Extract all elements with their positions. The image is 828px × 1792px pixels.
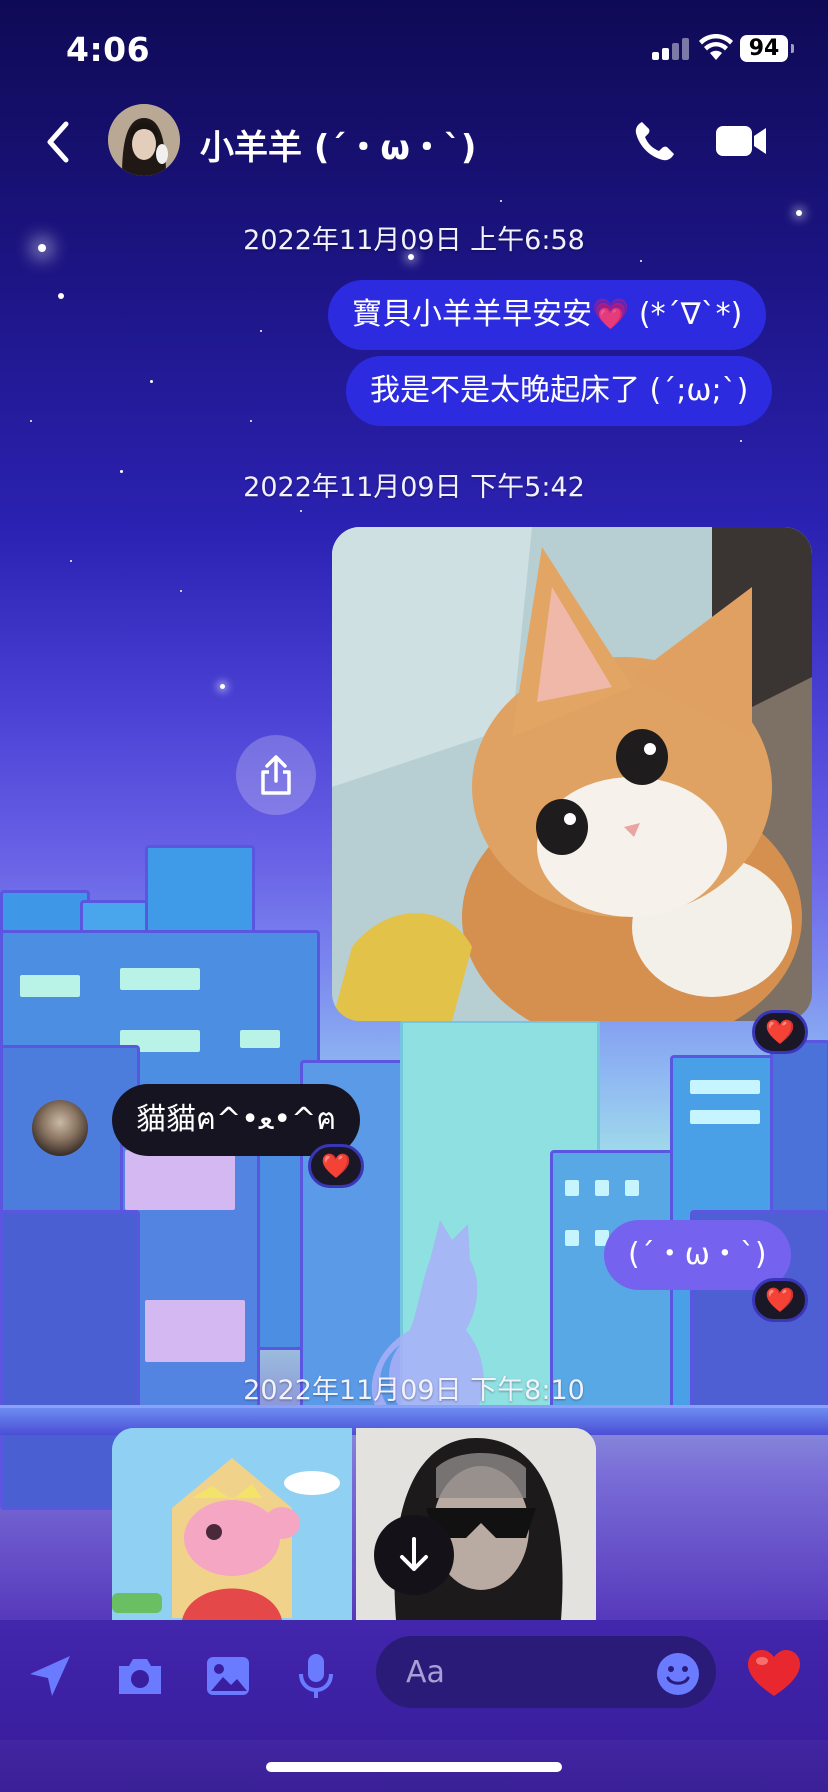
message-composer <box>0 1620 828 1740</box>
status-bar: 4:06 94 <box>0 0 828 100</box>
chat-header: 小羊羊 (´・ω・`) <box>0 100 828 184</box>
outgoing-message-bubble[interactable]: (´・ω・`) <box>604 1220 791 1290</box>
reaction-badge[interactable]: ❤️ <box>308 1144 364 1188</box>
message-text: (´・ω・`) <box>628 1237 767 1272</box>
message-timestamp: 2022年11月09日 上午6:58 <box>243 225 585 256</box>
gallery-icon[interactable] <box>202 1650 254 1702</box>
share-button[interactable] <box>236 735 316 815</box>
cellular-signal-icon <box>652 38 692 60</box>
scroll-to-bottom-button[interactable] <box>374 1515 454 1595</box>
heart-icon[interactable] <box>746 1648 802 1700</box>
share-icon <box>261 755 291 795</box>
battery-icon: 94 <box>740 35 794 62</box>
outgoing-message-bubble[interactable]: 寶貝小羊羊早安安💗 (*´∇`*) <box>328 280 767 350</box>
outgoing-message-bubble[interactable]: 我是不是太晚起床了 (´;ω;`) <box>346 356 773 426</box>
contact-avatar[interactable] <box>108 104 180 176</box>
message-text: 貓貓ฅ^•ﻌ•^ฅ <box>136 1102 337 1137</box>
status-time: 4:06 <box>66 30 151 69</box>
emoji-icon[interactable] <box>656 1652 700 1696</box>
kitten-photo[interactable] <box>332 527 812 1021</box>
cartoon-pig-photo[interactable] <box>112 1428 352 1620</box>
wifi-icon <box>699 34 733 60</box>
message-text: 我是不是太晚起床了 (´;ω;`) <box>370 373 749 408</box>
arrow-down-icon <box>400 1537 428 1571</box>
contact-name[interactable]: 小羊羊 (´・ω・`) <box>200 120 476 169</box>
sender-avatar[interactable] <box>32 1100 88 1156</box>
heart-reaction-icon: ❤️ <box>321 1152 351 1180</box>
message-timestamp: 2022年11月09日 下午5:42 <box>243 472 585 503</box>
location-arrow-icon[interactable] <box>24 1650 76 1702</box>
reaction-badge[interactable]: ❤️ <box>752 1010 808 1054</box>
message-text: 寶貝小羊羊早安安💗 (*´∇`*) <box>352 297 743 332</box>
back-chevron-icon[interactable] <box>40 118 76 166</box>
heart-reaction-icon: ❤️ <box>765 1286 795 1314</box>
phone-icon[interactable] <box>632 118 678 164</box>
heart-reaction-icon: ❤️ <box>765 1018 795 1046</box>
camera-icon[interactable] <box>114 1650 166 1702</box>
reaction-badge[interactable]: ❤️ <box>752 1278 808 1322</box>
home-indicator <box>266 1762 562 1772</box>
microphone-icon[interactable] <box>290 1650 342 1702</box>
message-timestamp: 2022年11月09日 下午8:10 <box>243 1375 585 1406</box>
video-camera-icon[interactable] <box>714 122 770 160</box>
